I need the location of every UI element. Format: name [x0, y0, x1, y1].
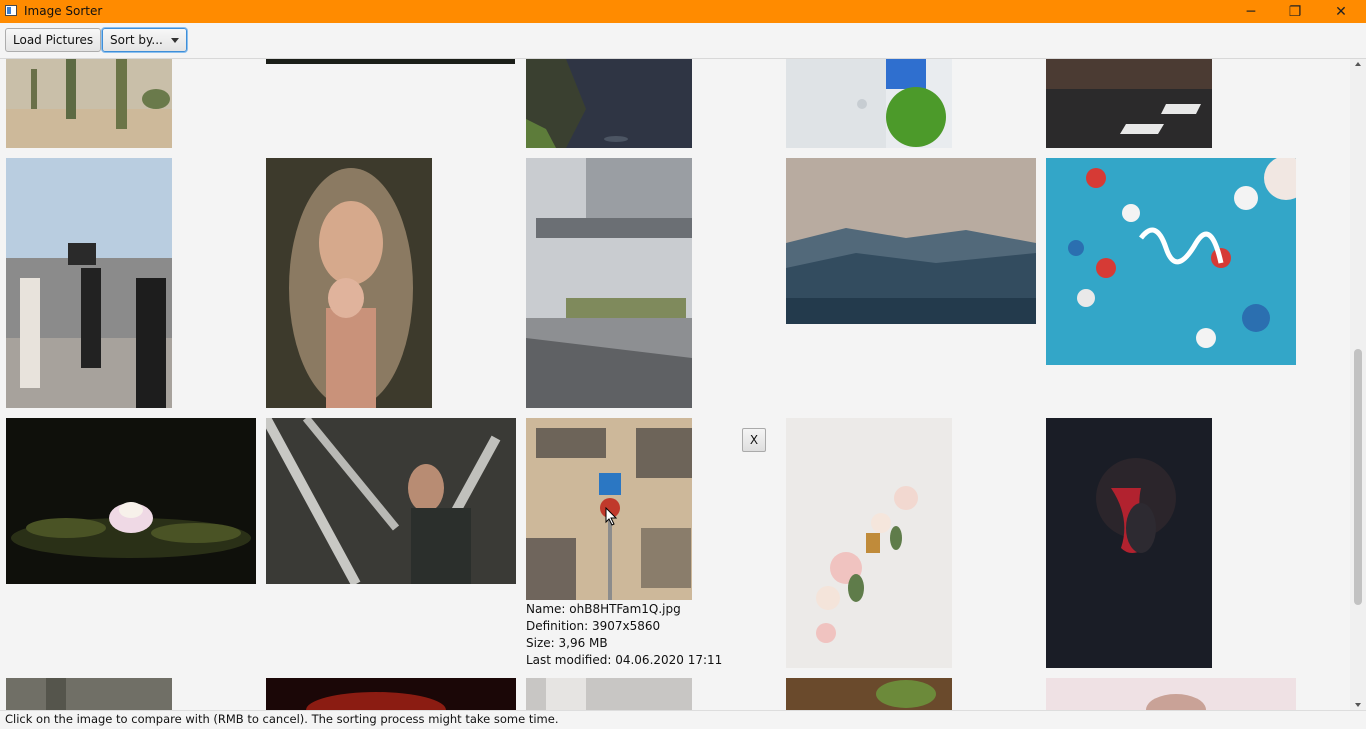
load-pictures-button[interactable]: Load Pictures — [5, 28, 102, 52]
image-thumbnail-protest[interactable] — [6, 158, 172, 408]
image-thumbnail-laptop[interactable] — [786, 59, 952, 148]
scroll-up-icon[interactable] — [1355, 62, 1361, 66]
selected-image-info: Name: ohB8HTFam1Q.jpg Definition: 3907x5… — [526, 601, 722, 669]
image-thumbnail-street[interactable] — [1046, 59, 1212, 148]
image-thumbnail-mountains[interactable] — [786, 158, 1036, 324]
chevron-down-icon — [170, 38, 179, 43]
mouse-cursor-icon — [605, 507, 618, 526]
minimize-icon[interactable]: ─ — [1228, 0, 1274, 23]
status-bar: Click on the image to compare with (RMB … — [0, 710, 1366, 729]
vertical-scrollbar[interactable] — [1350, 59, 1366, 710]
sort-by-dropdown[interactable]: Sort by... — [102, 28, 187, 52]
image-thumbnail-pink-portrait[interactable] — [1046, 678, 1296, 710]
title-bar: Image Sorter ─ ❐ ✕ — [0, 0, 1366, 23]
image-thumbnail-yum-cookies[interactable] — [1046, 158, 1296, 365]
image-thumbnail-lotus[interactable] — [6, 418, 256, 584]
cancel-compare-label: X — [749, 433, 759, 447]
image-thumbnail-red-light[interactable] — [266, 678, 516, 710]
cancel-compare-button[interactable]: X — [742, 428, 766, 452]
app-icon — [5, 5, 17, 16]
image-thumbnail-building[interactable] — [526, 158, 692, 408]
selected-image-modified: Last modified: 04.06.2020 17:11 — [526, 653, 723, 667]
status-text: Click on the image to compare with (RMB … — [5, 712, 559, 726]
image-thumbnail-cactus[interactable] — [6, 59, 172, 148]
scroll-down-icon[interactable] — [1355, 703, 1361, 707]
image-thumbnail-woman-smoking[interactable] — [266, 418, 516, 584]
image-thumbnail-white-room[interactable] — [526, 678, 692, 710]
selected-image-name: Name: ohB8HTFam1Q.jpg — [526, 602, 681, 616]
selected-image-definition: Definition: 3907x5860 — [526, 619, 661, 633]
image-thumbnail-portrait-woman[interactable] — [266, 158, 432, 408]
window-title: Image Sorter — [24, 4, 103, 18]
scrollbar-thumb[interactable] — [1354, 349, 1362, 605]
load-pictures-label: Load Pictures — [13, 33, 94, 47]
image-thumbnail-flowers-marble[interactable] — [786, 418, 952, 668]
image-thumbnail-food[interactable] — [786, 678, 952, 710]
toolbar: Load Pictures Sort by... — [0, 23, 1366, 59]
close-icon[interactable]: ✕ — [1318, 0, 1364, 23]
image-thumbnail-dark[interactable] — [266, 59, 515, 64]
maximize-icon[interactable]: ❐ — [1272, 0, 1318, 23]
sort-by-label: Sort by... — [110, 33, 163, 47]
image-thumbnail-dark-portrait[interactable] — [1046, 418, 1212, 668]
selected-image-size: Size: 3,96 MB — [526, 636, 608, 650]
image-thumbnail-coast[interactable] — [526, 59, 692, 148]
image-thumbnail-rock[interactable] — [6, 678, 172, 710]
image-gallery[interactable]: X Name: ohB8HTFam1Q.jpg Definition: 3907… — [0, 59, 1350, 710]
